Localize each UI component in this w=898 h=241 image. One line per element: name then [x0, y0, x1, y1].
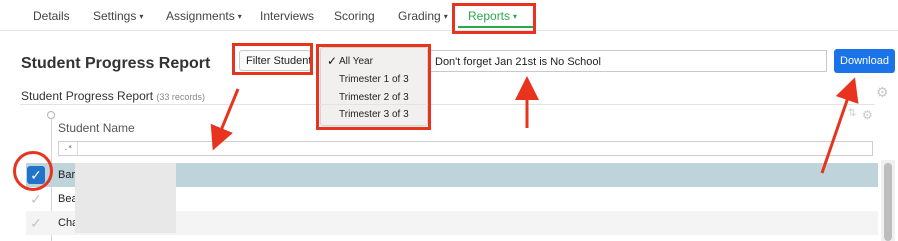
annotation-arrow-download: [820, 77, 859, 174]
annotation-arrow-filter: [210, 88, 240, 151]
annotation-arrows: [210, 76, 859, 174]
